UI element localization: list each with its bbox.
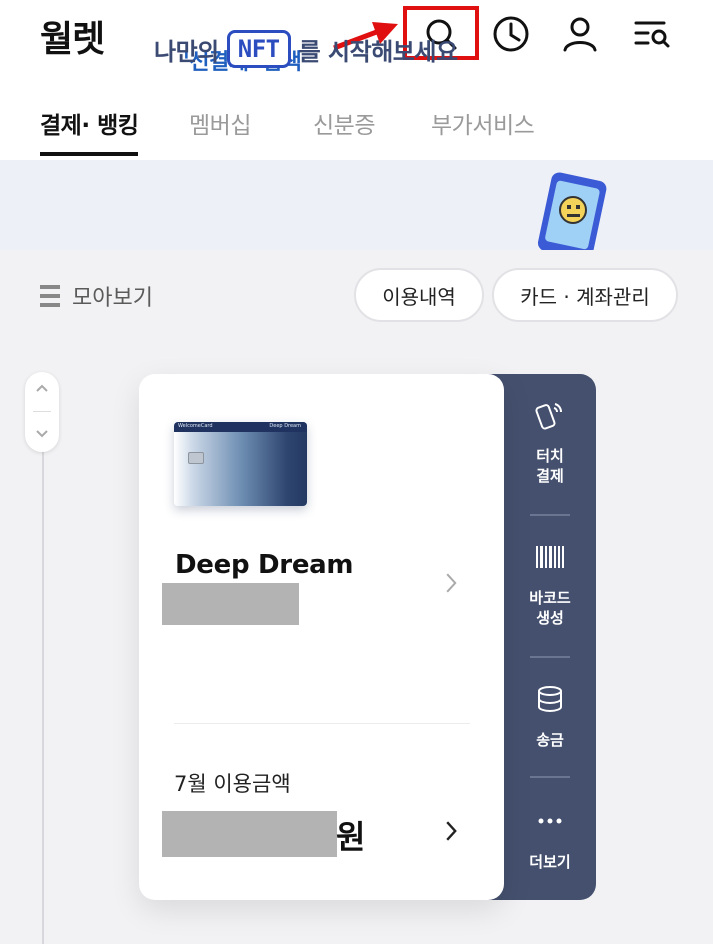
barcode-button[interactable]: 바코드 생성	[504, 540, 596, 628]
redacted-card-number	[162, 583, 299, 625]
card-image[interactable]: WelcomeCard Deep Dream	[174, 422, 307, 506]
phone-smiley-icon	[537, 172, 607, 250]
tab-payment-banking[interactable]: 결제· 뱅킹	[40, 106, 139, 140]
usage-chevron-right-icon[interactable]	[444, 818, 460, 851]
touch-pay-label-2: 결제	[536, 467, 564, 485]
redacted-usage-amount	[162, 811, 337, 857]
chevron-down-icon[interactable]	[32, 424, 52, 444]
scroller-divider	[33, 411, 51, 412]
page-title: 월렛	[40, 19, 105, 60]
coins-icon	[538, 686, 562, 713]
touch-pay-icon	[535, 403, 562, 430]
more-button[interactable]: 더보기	[504, 804, 596, 872]
card-divider	[174, 723, 470, 724]
card-image-brand: WelcomeCard	[178, 423, 213, 429]
collect-view-button[interactable]: 모아보기	[40, 280, 153, 312]
usage-history-button[interactable]: 이용내역	[354, 268, 484, 322]
barcode-label-2: 생성	[536, 609, 564, 627]
card-account-manage-button[interactable]: 카드 · 계좌관리	[492, 268, 678, 322]
nft-badge: NFT	[226, 30, 291, 68]
tab-membership[interactable]: 멤버십	[189, 106, 251, 140]
touch-pay-button[interactable]: 터치 결제	[504, 398, 596, 486]
list-icon	[40, 285, 60, 307]
usage-currency-unit: 원	[336, 818, 366, 856]
transfer-label: 송금	[536, 731, 564, 749]
tab-id-card[interactable]: 신분증	[313, 106, 375, 140]
side-panel-divider	[530, 656, 570, 658]
monthly-usage-label: 7월 이용금액	[174, 772, 291, 796]
more-dots-icon	[538, 818, 562, 824]
side-panel-divider	[530, 514, 570, 516]
card-name[interactable]: Deep Dream	[175, 550, 354, 580]
chevron-up-icon[interactable]	[32, 378, 52, 398]
history-icon[interactable]	[487, 10, 535, 58]
transfer-button[interactable]: 송금	[504, 682, 596, 750]
card-image-name: Deep Dream	[269, 423, 301, 429]
timeline-rail	[42, 400, 44, 944]
collect-view-label: 모아보기	[72, 286, 153, 311]
tab-extra-services[interactable]: 부가서비스	[431, 106, 535, 140]
side-panel-divider	[530, 776, 570, 778]
banner-prefix: 나만의	[154, 37, 219, 66]
profile-icon[interactable]	[556, 10, 604, 58]
touch-pay-label-1: 터치	[536, 447, 564, 465]
menu-search-icon[interactable]	[628, 10, 676, 58]
barcode-icon	[536, 546, 564, 568]
chevron-right-icon[interactable]	[444, 570, 460, 603]
more-label: 더보기	[529, 853, 571, 871]
card-scroller[interactable]	[25, 372, 59, 452]
active-tab-indicator	[40, 152, 138, 156]
banner-text[interactable]: 나만의 NFT 를 시작해보세요	[154, 30, 458, 68]
banner-suffix: 를 시작해보세요	[298, 37, 458, 66]
barcode-label-1: 바코드	[529, 589, 571, 607]
card-chip-icon	[188, 452, 204, 464]
